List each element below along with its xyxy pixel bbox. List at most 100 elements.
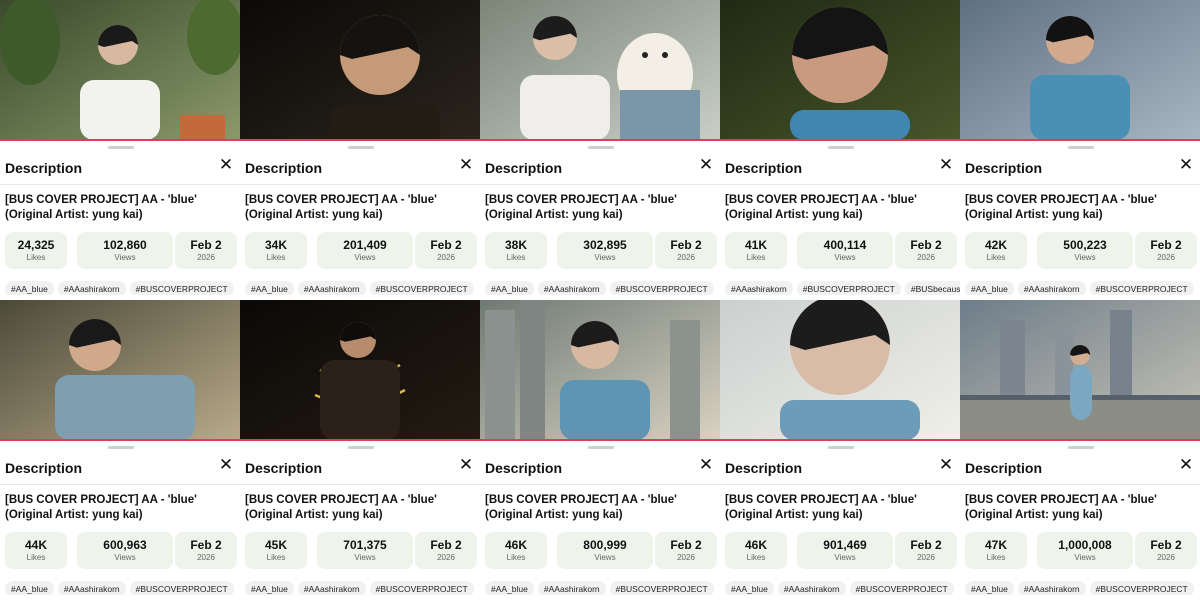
video-thumbnail[interactable] — [240, 300, 480, 440]
sheet-drag-handle[interactable] — [1068, 146, 1094, 149]
video-title: [BUS COVER PROJECT] AA - 'blue' (Origina… — [965, 194, 1157, 221]
description-panel: Description ✕ [BUS COVER PROJECT] AA - 'bl… — [960, 300, 1200, 600]
description-panel: Description ✕ [BUS COVER PROJECT] AA - 'bl… — [480, 0, 720, 300]
close-icon[interactable]: ✕ — [218, 456, 234, 473]
hashtag-link[interactable]: #AA_blue — [245, 281, 294, 295]
sheet-drag-handle[interactable] — [1068, 446, 1094, 449]
video-thumbnail[interactable] — [0, 0, 240, 140]
hashtag-link[interactable]: #BUSCOVERPROJECT — [1089, 281, 1194, 295]
video-title: [BUS COVER PROJECT] AA - 'blue' (Origina… — [485, 494, 677, 521]
views-label: Views — [594, 253, 616, 262]
hashtag-link[interactable]: #AAashirakorn — [57, 581, 126, 595]
hashtag-link[interactable]: #BUSCOVERPROJECT — [129, 281, 234, 295]
likes-stat: 46K Likes — [725, 532, 787, 569]
hashtag-link[interactable]: #AA_blue — [5, 281, 54, 295]
hashtag-link[interactable]: #AA_blue — [5, 581, 54, 595]
upload-year: 2026 — [437, 553, 455, 562]
date-stat: Feb 2 2026 — [175, 232, 237, 269]
close-icon[interactable]: ✕ — [938, 456, 954, 473]
date-stat: Feb 2 2026 — [415, 232, 477, 269]
upload-date: Feb 2 — [190, 538, 222, 552]
close-icon[interactable]: ✕ — [698, 456, 714, 473]
sheet-drag-handle[interactable] — [348, 446, 374, 449]
sheet-drag-handle[interactable] — [828, 146, 854, 149]
sheet-drag-handle[interactable] — [108, 446, 134, 449]
divider — [720, 184, 960, 185]
hashtag-link[interactable]: #AAashirakorn — [1017, 581, 1086, 595]
upload-year: 2026 — [197, 553, 215, 562]
close-icon[interactable]: ✕ — [938, 156, 954, 173]
video-thumbnail[interactable] — [240, 0, 480, 140]
views-stat: 701,375 Views — [317, 532, 413, 569]
hashtag-link[interactable]: #BUSCOVERPROJECT — [1089, 581, 1194, 595]
close-icon[interactable]: ✕ — [698, 156, 714, 173]
description-heading: Description — [485, 460, 563, 476]
views-stat: 500,223 Views — [1037, 232, 1133, 269]
likes-count: 46K — [504, 538, 527, 552]
hashtag-link[interactable]: #AAashirakorn — [1017, 281, 1086, 295]
video-title: [BUS COVER PROJECT] AA - 'blue' (Origina… — [725, 494, 917, 521]
hashtag-link[interactable]: #AA_blue — [965, 581, 1014, 595]
sheet-drag-handle[interactable] — [828, 446, 854, 449]
stats-row: 46K Likes 901,469 Views Feb 2 2026 — [725, 532, 957, 569]
close-icon[interactable]: ✕ — [1178, 156, 1194, 173]
hashtag-link[interactable]: #AAashirakorn — [57, 281, 126, 295]
hashtag-link[interactable]: #AAashirakorn — [725, 281, 793, 295]
date-stat: Feb 2 2026 — [895, 532, 957, 569]
views-stat: 901,469 Views — [797, 532, 893, 569]
likes-stat: 42K Likes — [965, 232, 1027, 269]
stats-row: 24,325 Likes 102,860 Views Feb 2 2026 — [5, 232, 237, 269]
hashtag-link[interactable]: #AA_blue — [245, 581, 294, 595]
close-icon[interactable]: ✕ — [458, 456, 474, 473]
hashtag-link[interactable]: #BUSbecause — [904, 281, 960, 295]
upload-date: Feb 2 — [430, 538, 462, 552]
hashtag-link[interactable]: #AAashirakorn — [777, 581, 846, 595]
hashtag-link[interactable]: #AA_blue — [485, 581, 534, 595]
description-panel: Description ✕ [BUS COVER PROJECT] AA - 'bl… — [960, 0, 1200, 300]
views-label: Views — [354, 553, 376, 562]
sheet-drag-handle[interactable] — [108, 146, 134, 149]
views-label: Views — [834, 553, 856, 562]
hashtag-link[interactable]: #BUSCOVERPROJECT — [849, 581, 954, 595]
video-thumbnail[interactable] — [480, 0, 720, 140]
hashtag-link[interactable]: #BUSCOVERPROJECT — [796, 281, 901, 295]
hashtag-link[interactable]: #AA_blue — [485, 281, 534, 295]
video-thumbnail[interactable] — [960, 300, 1200, 440]
close-icon[interactable]: ✕ — [458, 156, 474, 173]
hashtag-link[interactable]: #BUSCOVERPROJECT — [609, 281, 714, 295]
sheet-drag-handle[interactable] — [348, 146, 374, 149]
likes-label: Likes — [746, 253, 766, 262]
close-icon[interactable]: ✕ — [1178, 456, 1194, 473]
description-panel: Description ✕ [BUS COVER PROJECT] AA - 'bl… — [480, 300, 720, 600]
views-count: 500,223 — [1063, 238, 1107, 252]
hashtag-link[interactable]: #BUSCOVERPROJECT — [129, 581, 234, 595]
upload-date: Feb 2 — [910, 238, 942, 252]
sheet-drag-handle[interactable] — [588, 446, 614, 449]
hashtag-link[interactable]: #AAashirakorn — [297, 581, 366, 595]
likes-stat: 24,325 Likes — [5, 232, 67, 269]
divider — [720, 484, 960, 485]
likes-label: Likes — [506, 253, 526, 262]
hashtag-link[interactable]: #BUSCOVERPROJECT — [609, 581, 714, 595]
close-icon[interactable]: ✕ — [218, 156, 234, 173]
video-thumbnail[interactable] — [720, 0, 960, 140]
hashtag-row: #AA_blue #AAashirakorn #BUSCOVERPROJECT — [965, 579, 1200, 595]
video-thumbnail[interactable] — [480, 300, 720, 440]
hashtag-link[interactable]: #AAashirakorn — [297, 281, 366, 295]
sheet-drag-handle[interactable] — [588, 146, 614, 149]
likes-stat: 46K Likes — [485, 532, 547, 569]
upload-year: 2026 — [197, 253, 215, 262]
video-thumbnail[interactable] — [720, 300, 960, 440]
video-title: [BUS COVER PROJECT] AA - 'blue' (Origina… — [5, 194, 197, 221]
hashtag-link[interactable]: #AA_blue — [725, 581, 774, 595]
likes-count: 42K — [984, 238, 1007, 252]
hashtag-link[interactable]: #BUSCOVERPROJECT — [369, 281, 474, 295]
hashtag-link[interactable]: #BUSCOVERPROJECT — [369, 581, 474, 595]
video-thumbnail[interactable] — [960, 0, 1200, 140]
video-thumbnail[interactable] — [0, 300, 240, 440]
hashtag-row: #AA_blue #AAashirakorn #BUSCOVERPROJECT — [245, 279, 480, 295]
hashtag-link[interactable]: #AA_blue — [965, 281, 1014, 295]
hashtag-link[interactable]: #AAashirakorn — [537, 581, 606, 595]
hashtag-link[interactable]: #AAashirakorn — [537, 281, 606, 295]
stats-row: 44K Likes 600,963 Views Feb 2 2026 — [5, 532, 237, 569]
